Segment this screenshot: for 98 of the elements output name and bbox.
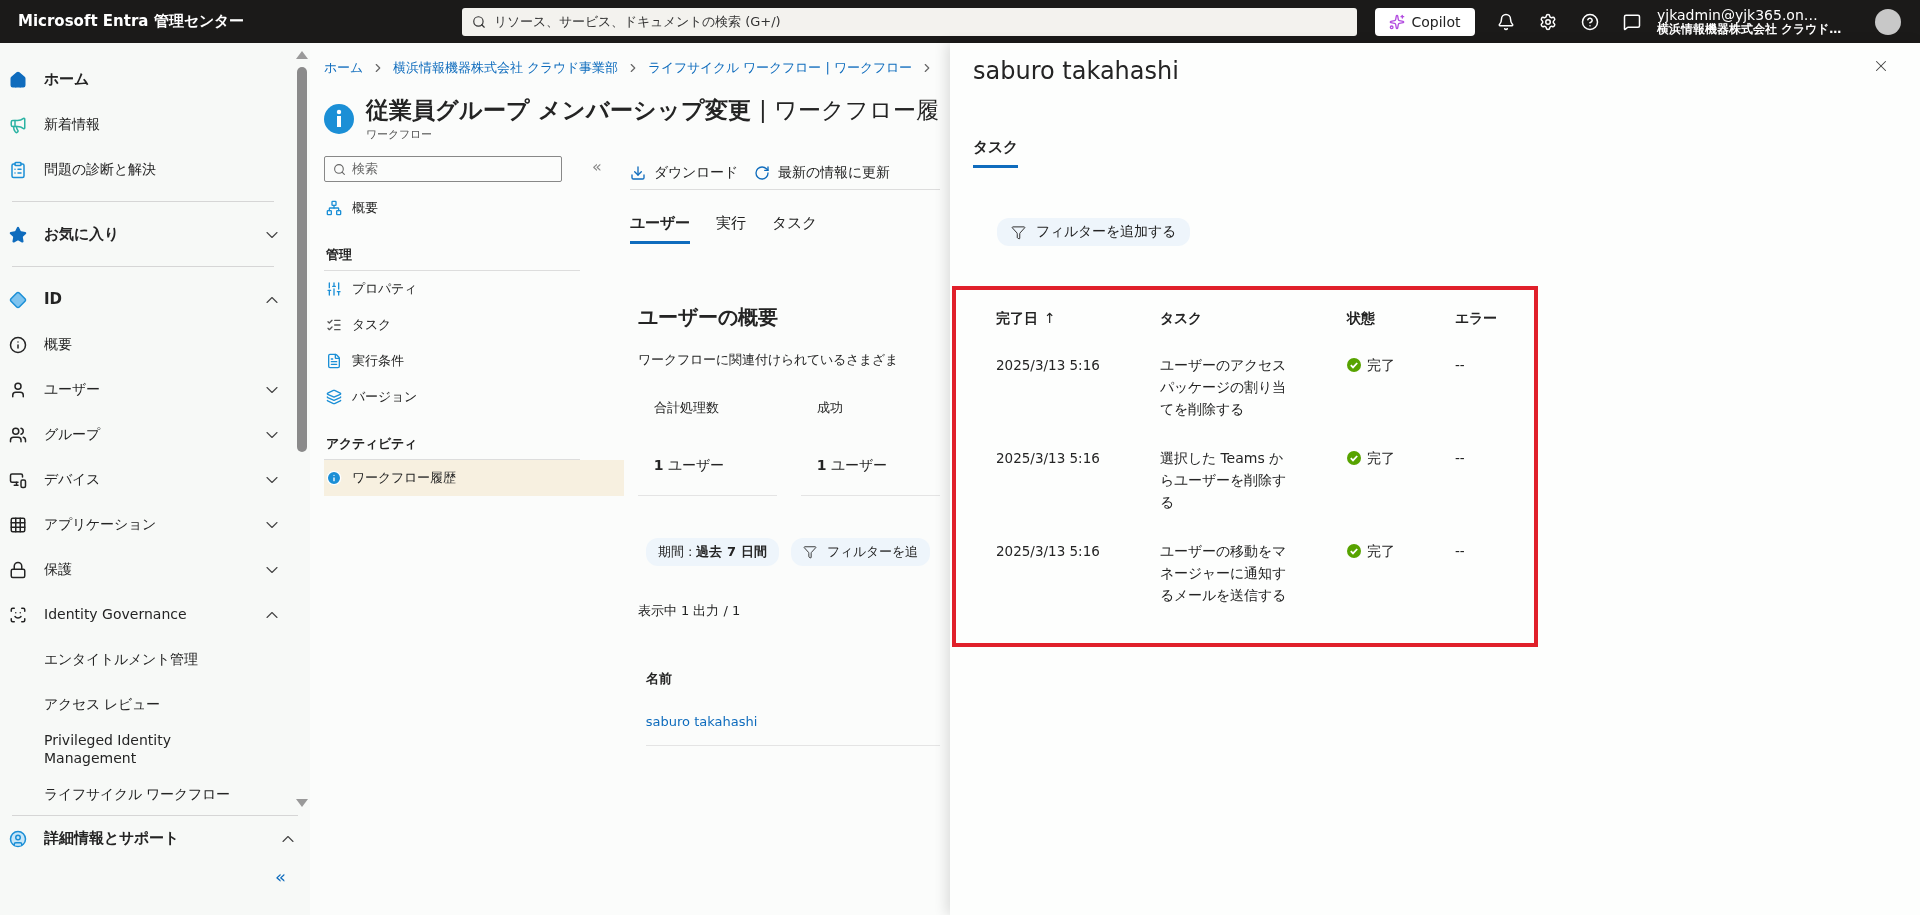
collapse-button[interactable]: « — [269, 865, 292, 888]
menu-item[interactable]: ワークフロー履歴 — [324, 460, 624, 496]
stat-label: 合計処理数 — [653, 399, 720, 417]
layers-icon — [326, 389, 342, 405]
check-circle-icon — [1347, 358, 1361, 372]
page-subtitle: ワークフロー — [366, 127, 433, 142]
status-text: 完了 — [1367, 356, 1395, 375]
add-filter-button[interactable]: フィルターを追 — [790, 538, 930, 566]
app-title: Microsoft Entra 管理センター — [18, 12, 245, 31]
column-header[interactable]: エラー — [1455, 310, 1534, 354]
menu-section-heading: 管理 — [324, 246, 580, 271]
nav-item[interactable]: お気に入り — [44, 225, 262, 244]
user-email[interactable]: yjkadmin@yjk365.on… — [1657, 7, 1869, 23]
stat-label: 成功 — [816, 399, 844, 417]
nav-item[interactable]: デバイス — [44, 470, 262, 489]
nav-item[interactable]: 保護 — [44, 560, 262, 579]
diamond-icon — [8, 289, 28, 310]
section-title: ユーザーの概要 — [637, 304, 779, 331]
search-icon — [333, 162, 346, 176]
column-header[interactable]: 状態 — [1347, 310, 1455, 354]
breadcrumb-link[interactable]: ホーム — [324, 59, 363, 77]
nav-item[interactable]: 概要 — [44, 335, 284, 354]
table-cell-text: -- — [1455, 542, 1466, 561]
sparkle-icon — [1389, 13, 1406, 30]
tab[interactable]: タスク — [771, 214, 817, 244]
nav-item[interactable]: 詳細情報とサポート — [44, 829, 278, 848]
menu-item[interactable]: 概要 — [324, 190, 624, 226]
results-count: 表示中 1 出力 / 1 — [637, 602, 742, 620]
breadcrumb-link[interactable]: ライフサイクル ワークフロー | ワークフロー — [648, 59, 912, 77]
stat-value: 1 ユーザー — [816, 457, 888, 475]
search-field[interactable]: 検索 — [324, 156, 562, 182]
column-header[interactable]: タスク — [1160, 310, 1347, 354]
menu-item[interactable]: 実行条件 — [324, 343, 624, 379]
menu-item[interactable]: タスク — [324, 307, 624, 343]
add-filter-button[interactable]: フィルターを追加する — [997, 218, 1190, 246]
copilot-button[interactable]: Copilot — [1375, 7, 1475, 36]
table-cell-text: 2025/3/13 5:16 — [996, 356, 1101, 375]
nav-item[interactable]: Identity Governance — [44, 605, 262, 624]
nav-item[interactable]: ホーム — [44, 70, 284, 89]
info-icon — [8, 334, 28, 355]
page-title: 従業員グループ メンバーシップ変更 — [366, 96, 751, 125]
tab[interactable]: タスク — [973, 138, 1018, 168]
stat-value: 1 ユーザー — [653, 457, 725, 475]
status-text: 完了 — [1367, 542, 1395, 561]
nav-item[interactable]: エンタイトルメント管理 — [0, 637, 262, 682]
table-cell-text: -- — [1455, 449, 1466, 468]
lock-icon — [8, 559, 28, 580]
refresh-button[interactable]: 最新の情報に更新 — [753, 163, 890, 182]
download-icon — [629, 164, 646, 181]
filter-icon — [1011, 224, 1026, 240]
info-icon — [324, 103, 354, 134]
filter-icon — [802, 545, 817, 559]
checklist-icon — [326, 317, 342, 333]
sliders-icon — [326, 281, 342, 297]
nav-item[interactable]: ID — [44, 290, 262, 309]
home-icon — [8, 69, 28, 90]
info-icon — [326, 470, 342, 486]
user-link[interactable]: saburo takahashi — [645, 714, 940, 746]
table-cell-text: ユーザーの移動をマネージャーに通知するメールを送信する — [1160, 542, 1287, 605]
nav-item[interactable]: アクセス レビュー — [0, 682, 262, 727]
description: ワークフローに関連付けられているさまざま — [637, 351, 899, 369]
nav-item[interactable]: ユーザー — [44, 380, 262, 399]
collapse-button[interactable]: « — [586, 156, 608, 177]
download-button[interactable]: ダウンロード — [629, 163, 738, 182]
menu-item[interactable]: バージョン — [324, 379, 624, 415]
check-circle-icon — [1347, 544, 1361, 558]
star-icon — [8, 224, 28, 245]
column-header: 名前 — [645, 670, 673, 688]
nav-item[interactable]: アプリケーション — [44, 515, 262, 534]
table-cell-text: ユーザーのアクセスパッケージの割り当てを削除する — [1160, 356, 1287, 419]
document-icon — [326, 353, 342, 369]
search-field[interactable]: リソース、サービス、ドキュメントの検索 (G+/) — [462, 7, 1357, 36]
nav-item[interactable]: グループ — [44, 425, 262, 444]
breadcrumb-link[interactable]: 横浜情報機器株式会社 クラウド事業部 — [393, 59, 619, 77]
column-header[interactable]: 完了日 ↑ — [996, 310, 1160, 354]
table-cell-text: 選択した Teams からユーザーを削除する — [1160, 449, 1287, 512]
nav-item[interactable]: ライフサイクル ワークフロー — [0, 772, 262, 817]
avatar[interactable] — [1875, 8, 1901, 35]
table-cell-text: 2025/3/13 5:16 — [996, 449, 1101, 468]
support-icon — [8, 828, 28, 849]
refresh-icon — [753, 164, 770, 181]
tab[interactable]: 実行 — [715, 214, 746, 244]
network-icon — [326, 200, 342, 216]
table-cell-text: 2025/3/13 5:16 — [996, 542, 1101, 561]
search-icon — [472, 14, 486, 29]
user-organization: 横浜情報機器株式会社 クラウド… — [1657, 22, 1843, 36]
nav-item[interactable]: 問題の診断と解決 — [44, 160, 284, 179]
panel-title: saburo takahashi — [973, 57, 1179, 85]
page-title-suffix: | ワークフロー履 — [759, 96, 940, 125]
check-circle-icon — [1347, 451, 1361, 465]
nav-item[interactable]: 新着情報 — [44, 115, 284, 134]
nav-item[interactable]: Privileged Identity Management — [0, 727, 262, 772]
status-text: 完了 — [1367, 449, 1395, 468]
table-cell-text: -- — [1455, 356, 1466, 375]
menu-item[interactable]: プロパティ — [324, 271, 624, 307]
clipboard-icon — [8, 159, 28, 180]
tab[interactable]: ユーザー — [629, 214, 690, 244]
filter-pill[interactable]: 期間 : 過去 7 日間 — [645, 538, 779, 566]
